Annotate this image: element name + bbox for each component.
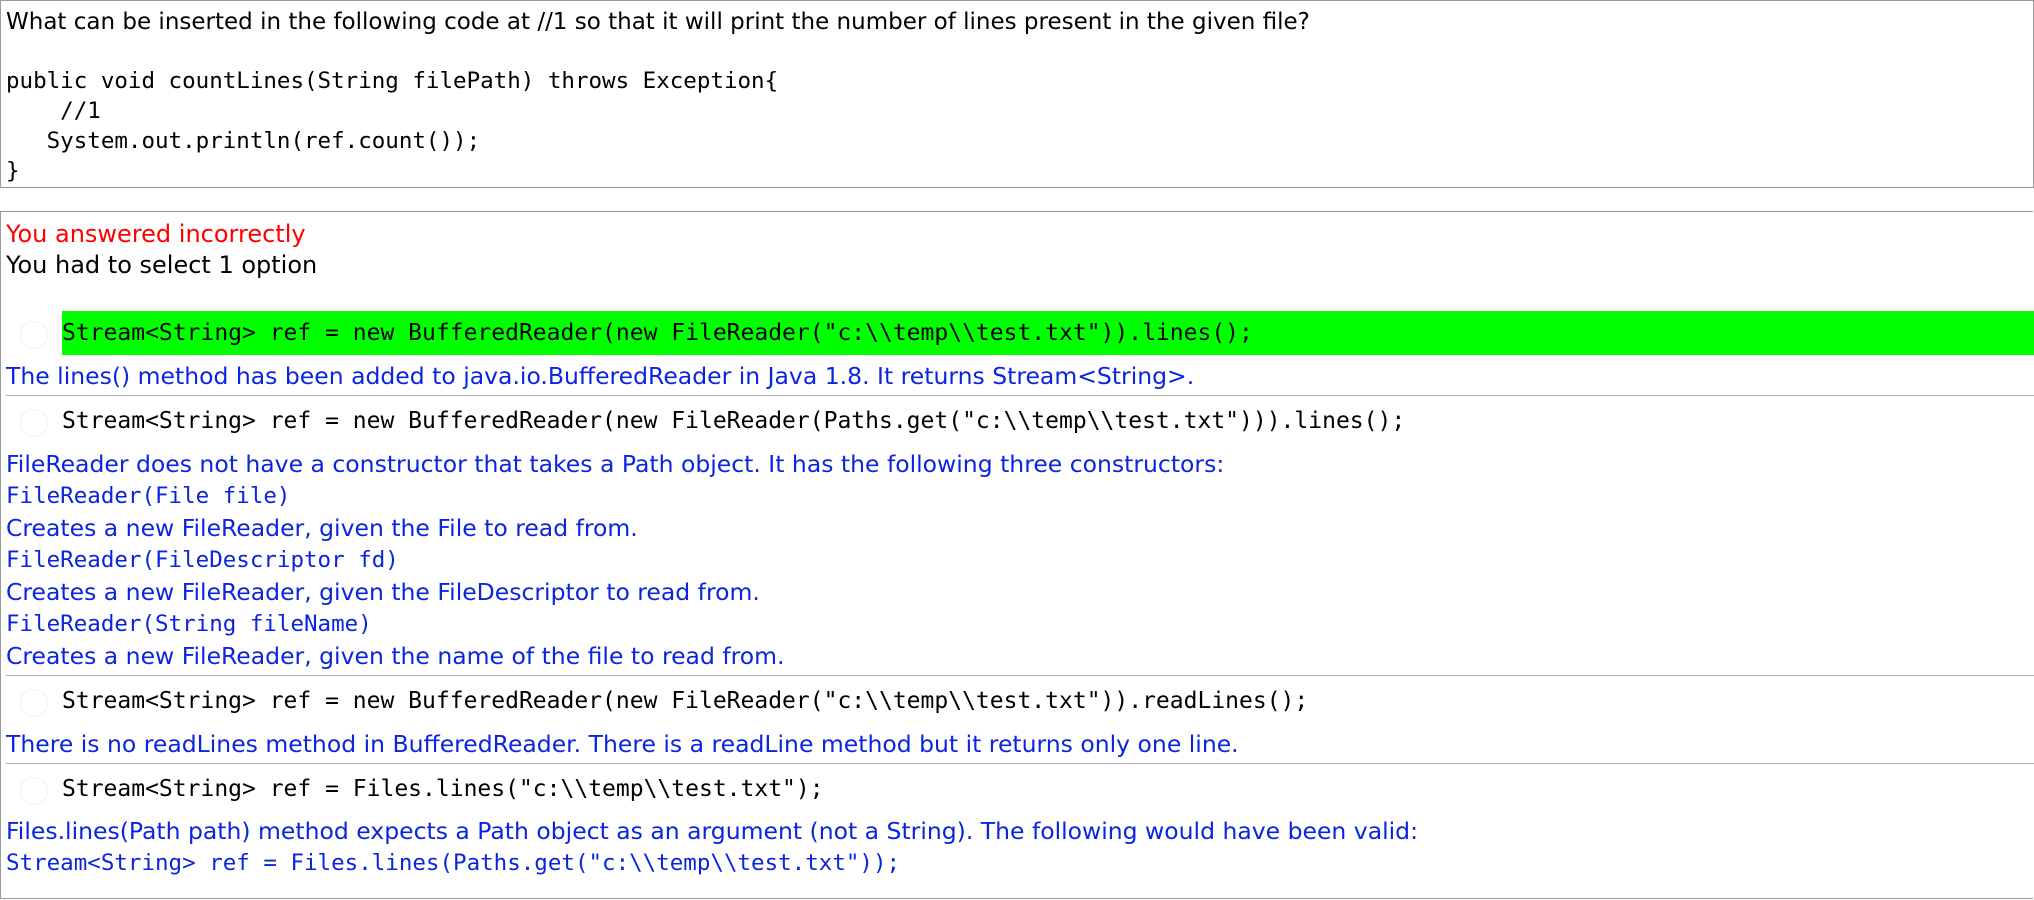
option-1-explanation: The lines() method has been added to jav… — [6, 362, 1195, 390]
code-line: //1 — [6, 98, 101, 124]
option-2-explanation: Creates a new FileReader, given the File… — [6, 578, 760, 606]
option-2-explanation: FileReader does not have a constructor t… — [6, 450, 1225, 478]
option-2-explanation: FileReader(File file) — [6, 483, 291, 509]
question-prompt: What can be inserted in the following co… — [6, 9, 1310, 35]
option-3-code[interactable]: Stream<String> ref = new BufferedReader(… — [62, 679, 1308, 723]
code-line: } — [6, 158, 20, 184]
code-line: public void countLines(String filePath) … — [6, 68, 779, 94]
option-2-radio[interactable] — [20, 409, 48, 437]
option-2-code[interactable]: Stream<String> ref = new BufferedReader(… — [62, 399, 1405, 443]
option-3-explanation: There is no readLines method in Buffered… — [6, 730, 1239, 758]
option-3-radio[interactable] — [20, 689, 48, 717]
option-4-code[interactable]: Stream<String> ref = Files.lines("c:\\te… — [62, 767, 824, 811]
option-2-explanation: Creates a new FileReader, given the name… — [6, 642, 785, 670]
option-4-explanation: Files.lines(Path path) method expects a … — [6, 817, 1418, 845]
divider — [6, 675, 2034, 676]
option-1-code[interactable]: Stream<String> ref = new BufferedReader(… — [62, 311, 2034, 355]
option-4-explanation: Stream<String> ref = Files.lines(Paths.g… — [6, 850, 901, 876]
option-2-explanation: FileReader(String fileName) — [6, 611, 372, 637]
divider — [6, 395, 2034, 396]
code-line: System.out.println(ref.count()); — [6, 128, 481, 154]
divider — [6, 763, 2034, 764]
select-instruction: You had to select 1 option — [6, 251, 318, 279]
option-4-radio[interactable] — [20, 777, 48, 805]
option-2-explanation: FileReader(FileDescriptor fd) — [6, 547, 399, 573]
option-1-radio[interactable] — [20, 321, 48, 349]
option-2-explanation: Creates a new FileReader, given the File… — [6, 514, 638, 542]
result-status: You answered incorrectly — [6, 220, 306, 248]
